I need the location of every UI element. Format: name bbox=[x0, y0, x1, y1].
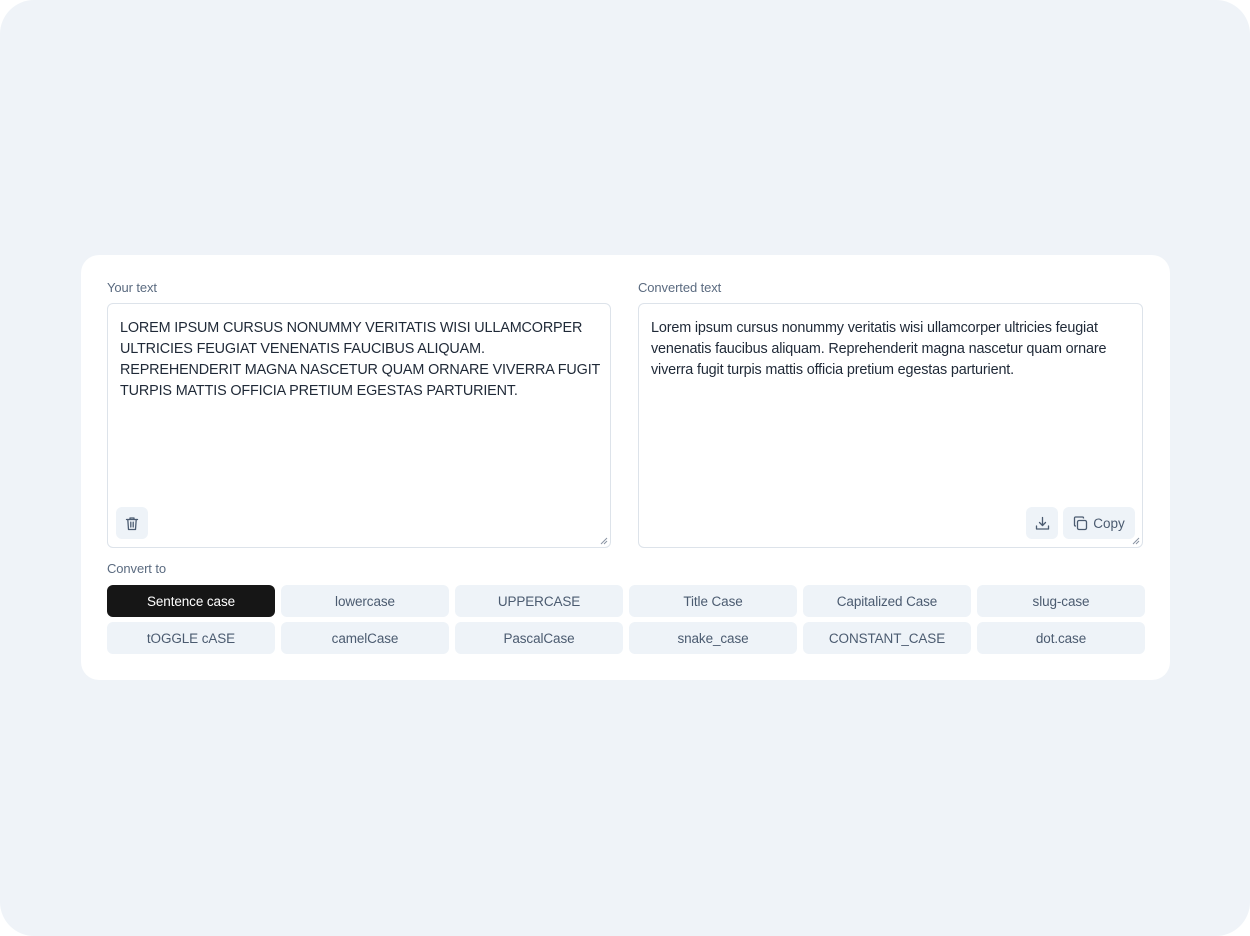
option-snake-case[interactable]: snake_case bbox=[629, 622, 797, 654]
option-sentence-case[interactable]: Sentence case bbox=[107, 585, 275, 617]
convert-label: Convert to bbox=[107, 561, 166, 576]
copy-label: Copy bbox=[1093, 515, 1125, 531]
output-label: Converted text bbox=[638, 280, 722, 295]
resize-handle-icon[interactable] bbox=[600, 537, 608, 545]
output-text[interactable]: Lorem ipsum cursus nonummy veritatis wis… bbox=[651, 318, 1132, 381]
option-lowercase[interactable]: lowercase bbox=[281, 585, 449, 617]
option-camel-case[interactable]: camelCase bbox=[281, 622, 449, 654]
download-button[interactable] bbox=[1026, 507, 1058, 539]
option-pascal-case[interactable]: PascalCase bbox=[455, 622, 623, 654]
option-slug-case[interactable]: slug-case bbox=[977, 585, 1145, 617]
option-capitalized-case[interactable]: Capitalized Case bbox=[803, 585, 971, 617]
option-toggle-case[interactable]: tOGGLE cASE bbox=[107, 622, 275, 654]
download-icon bbox=[1035, 516, 1050, 531]
converter-card: Your text Converted text LOREM IPSUM CUR… bbox=[81, 255, 1170, 680]
option-uppercase[interactable]: UPPERCASE bbox=[455, 585, 623, 617]
output-textarea[interactable]: Lorem ipsum cursus nonummy veritatis wis… bbox=[638, 303, 1143, 548]
copy-button[interactable]: Copy bbox=[1063, 507, 1135, 539]
option-dot-case[interactable]: dot.case bbox=[977, 622, 1145, 654]
input-text[interactable]: LOREM IPSUM CURSUS NONUMMY VERITATIS WIS… bbox=[120, 318, 600, 402]
input-label: Your text bbox=[107, 280, 157, 295]
copy-icon bbox=[1073, 515, 1088, 531]
resize-handle-icon[interactable] bbox=[1132, 537, 1140, 545]
option-constant-case[interactable]: CONSTANT_CASE bbox=[803, 622, 971, 654]
option-title-case[interactable]: Title Case bbox=[629, 585, 797, 617]
page-background: Your text Converted text LOREM IPSUM CUR… bbox=[0, 0, 1250, 936]
trash-icon bbox=[125, 516, 139, 531]
clear-button[interactable] bbox=[116, 507, 148, 539]
case-options: Sentence case lowercase UPPERCASE Title … bbox=[107, 585, 1145, 654]
input-textarea[interactable]: LOREM IPSUM CURSUS NONUMMY VERITATIS WIS… bbox=[107, 303, 611, 548]
